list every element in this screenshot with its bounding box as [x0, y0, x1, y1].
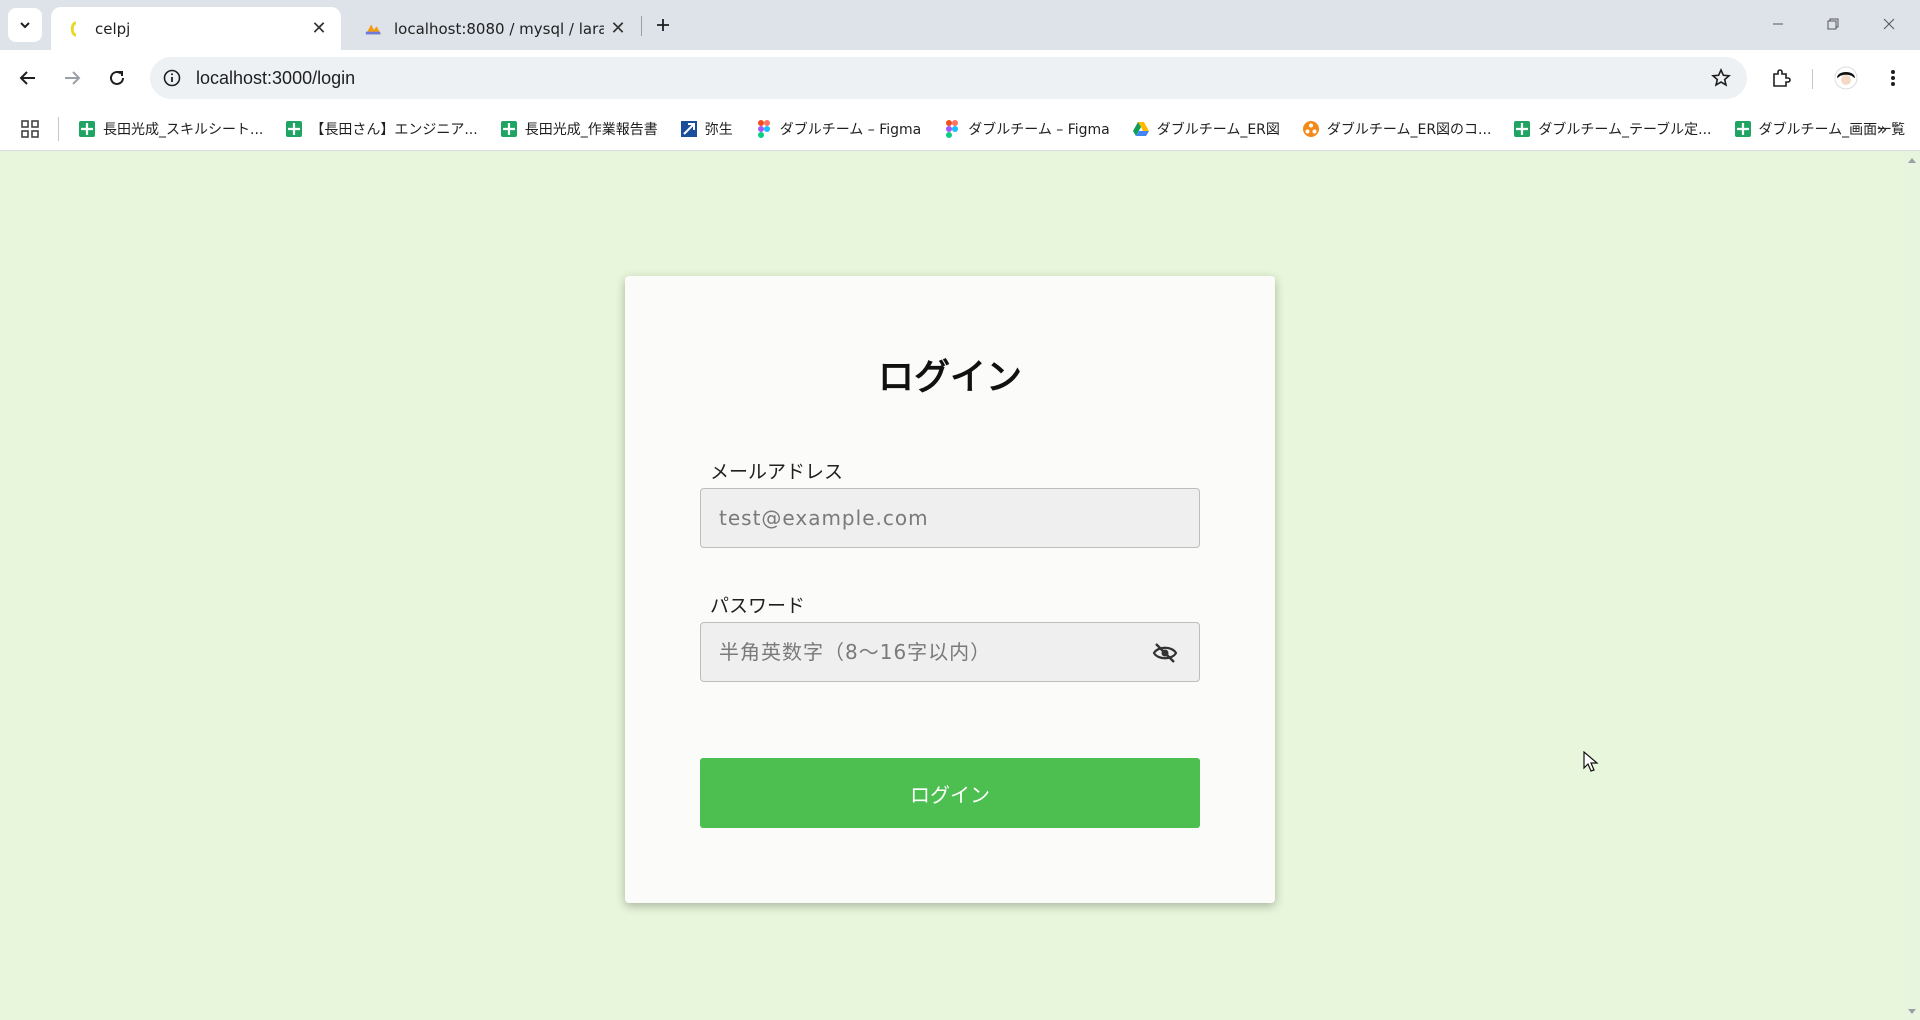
restore-icon	[1827, 18, 1839, 30]
url-text: localhost:3000/login	[196, 68, 356, 88]
mouse-cursor-icon	[1583, 751, 1599, 772]
bookmarks-bar: 長田光成_スキルシート... 【長田さん】エンジニア... 長田光成_作業報告書…	[0, 107, 1920, 151]
bookmark-item[interactable]: ダブルチーム – Figma	[935, 114, 1118, 144]
arrow-left-icon	[19, 71, 35, 85]
bookmark-label: ダブルチーム – Figma	[779, 122, 922, 138]
tab-phpmyadmin[interactable]: localhost:8080 / mysql / laravel ✕	[350, 7, 640, 50]
email-label: メールアドレス	[710, 461, 844, 483]
bookmark-item[interactable]: 【長田さん】エンジニア...	[277, 114, 485, 144]
reload-button[interactable]	[100, 61, 134, 95]
bookmark-list: 長田光成_スキルシート... 【長田さん】エンジニア... 長田光成_作業報告書…	[70, 107, 1919, 151]
close-icon[interactable]: ✕	[604, 15, 632, 43]
login-button[interactable]: ログイン	[700, 758, 1200, 828]
tab-strip: celpj ✕ localhost:8080 / mysql / laravel…	[0, 0, 1920, 50]
close-icon[interactable]: ✕	[305, 15, 333, 43]
forward-button[interactable]	[55, 61, 89, 95]
chevron-down-icon	[20, 22, 30, 29]
bookmark-label: 弥生	[704, 122, 733, 138]
apps-grid-icon[interactable]	[18, 117, 42, 141]
site-info-icon[interactable]	[158, 64, 186, 92]
restore-button[interactable]	[1810, 8, 1856, 40]
more-vertical-icon	[1891, 70, 1895, 86]
tab-title: celpj	[95, 19, 131, 38]
password-field[interactable]	[701, 623, 1199, 681]
arrow-right-icon	[65, 71, 81, 85]
login-title: ログイン	[877, 357, 1022, 398]
figma-icon	[943, 120, 961, 138]
eye-off-icon[interactable]	[1151, 640, 1179, 666]
sheets-icon	[78, 120, 96, 138]
drive-icon	[1132, 120, 1150, 138]
minimize-button[interactable]	[1755, 8, 1801, 40]
login-card: ログイン メールアドレス パスワード ログイン	[625, 276, 1275, 903]
bookmark-item[interactable]: 長田光成_スキルシート...	[70, 114, 271, 144]
minimize-icon	[1773, 23, 1783, 25]
new-tab-button[interactable]	[648, 10, 678, 40]
tab-celpj[interactable]: celpj ✕	[51, 7, 341, 50]
extensions-button[interactable]	[1764, 61, 1798, 95]
celpj-favicon-icon	[65, 20, 83, 38]
tab-divider	[641, 16, 642, 36]
page-scrollbar[interactable]	[1904, 152, 1920, 1020]
bookmark-item[interactable]: ダブルチーム_ER図	[1124, 114, 1288, 144]
close-window-button[interactable]	[1866, 8, 1912, 40]
address-bar[interactable]: localhost:3000/login	[150, 57, 1747, 99]
bookmark-star-icon[interactable]	[1707, 64, 1735, 92]
bookmark-label: 【長田さん】エンジニア...	[310, 122, 478, 138]
bookmark-item[interactable]: 弥生	[672, 114, 741, 144]
bookmark-item[interactable]: ダブルチーム_テーブル定...	[1505, 114, 1719, 144]
bookmark-label: 長田光成_スキルシート...	[103, 122, 264, 138]
figma-icon	[755, 120, 773, 138]
bookmark-item[interactable]: ダブルチーム – Figma	[747, 114, 930, 144]
close-icon	[1883, 18, 1895, 30]
back-button[interactable]	[11, 61, 45, 95]
sheets-icon	[1734, 120, 1752, 138]
orange-app-icon	[1302, 120, 1320, 138]
password-label: パスワード	[710, 595, 806, 617]
phpmyadmin-icon	[364, 20, 382, 38]
scroll-down-arrow-icon[interactable]	[1908, 1009, 1916, 1014]
tab-title: localhost:8080 / mysql / laravel	[394, 19, 604, 38]
sheets-icon	[1513, 120, 1531, 138]
password-field-wrapper	[700, 622, 1200, 682]
sheets-icon	[500, 120, 518, 138]
sheets-icon	[285, 120, 303, 138]
bookmark-item[interactable]: 長田光成_作業報告書	[492, 114, 666, 144]
browser-toolbar: localhost:3000/login	[0, 50, 1920, 107]
plus-icon	[657, 19, 669, 31]
scroll-up-arrow-icon[interactable]	[1908, 158, 1916, 163]
toolbar-divider	[1812, 69, 1813, 89]
chevron-double-right-icon[interactable]: »	[1870, 117, 1894, 141]
bookmark-label: ダブルチーム – Figma	[968, 122, 1110, 138]
email-field[interactable]	[701, 489, 1199, 547]
bookmarks-divider	[58, 117, 59, 141]
browser-menu-button[interactable]	[1876, 61, 1910, 95]
bookmark-item[interactable]: ダブルチーム_ER図のコ...	[1294, 114, 1500, 144]
bookmark-label: 長田光成_作業報告書	[524, 122, 658, 138]
email-field-wrapper	[700, 488, 1200, 548]
yayoi-icon	[680, 120, 698, 138]
avatar-icon	[1834, 66, 1858, 90]
tab-search-button[interactable]	[8, 8, 42, 42]
puzzle-icon	[1773, 69, 1791, 87]
bookmark-label: ダブルチーム_ER図	[1156, 122, 1280, 138]
reload-icon	[110, 70, 124, 85]
bookmark-label: ダブルチーム_ER図のコ...	[1326, 122, 1492, 138]
bookmark-label: ダブルチーム_テーブル定...	[1538, 122, 1712, 138]
profile-avatar[interactable]	[1829, 61, 1863, 95]
